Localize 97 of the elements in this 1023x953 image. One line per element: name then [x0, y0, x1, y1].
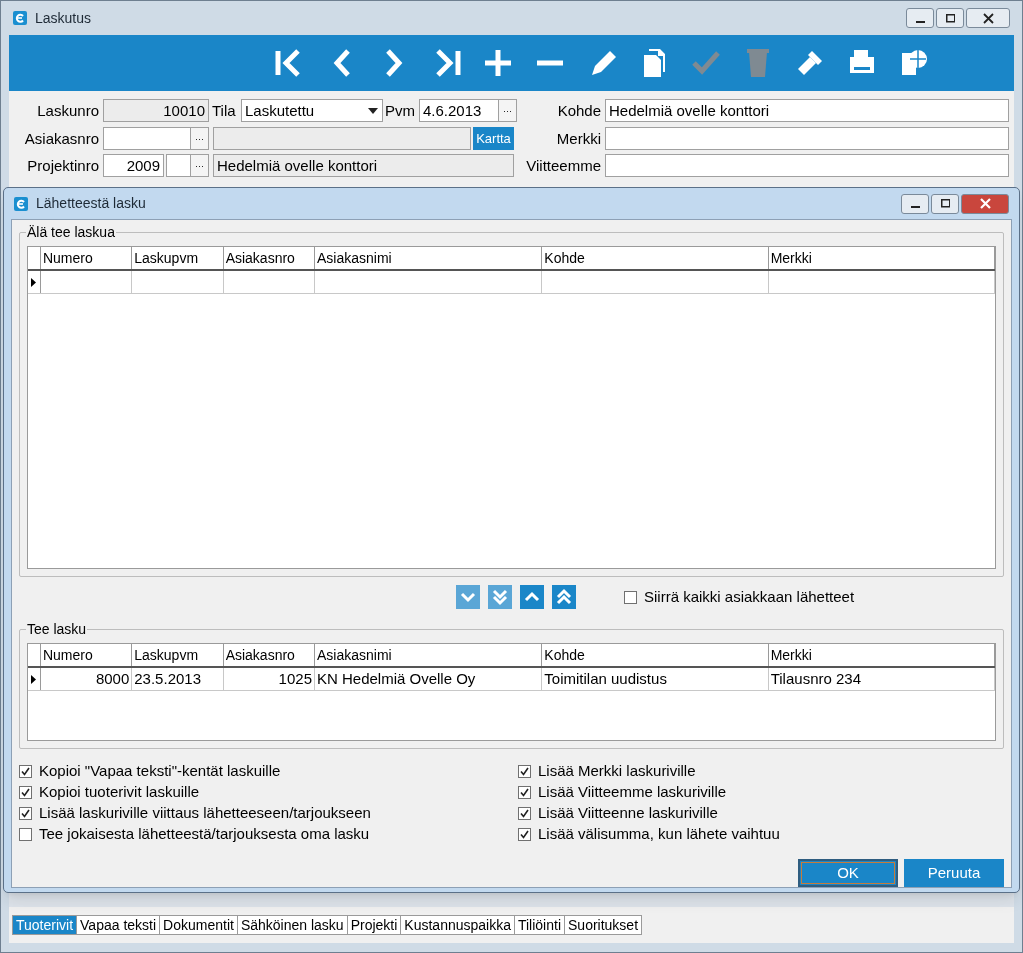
checkmark-icon	[21, 788, 30, 797]
checkbox[interactable]	[19, 786, 32, 799]
maximize-button[interactable]	[936, 8, 964, 28]
table-cell: Toimitilan uudistus	[542, 668, 769, 690]
tab[interactable]: Kustannuspaikka	[400, 915, 515, 935]
checkbox[interactable]	[19, 765, 32, 778]
minimize-button[interactable]	[906, 8, 934, 28]
checkmark-icon	[520, 830, 529, 839]
field-label: Projektinro	[26, 156, 99, 176]
checkbox-label[interactable]: Lisää välisumma, kun lähete vaihtuu	[538, 823, 780, 846]
maximize-button[interactable]	[931, 193, 959, 214]
move-button[interactable]	[520, 585, 544, 609]
table-cell: 8000	[40, 668, 133, 690]
tab[interactable]: Suoritukset	[564, 915, 643, 935]
field-label: Pvm	[385, 101, 416, 121]
field-label: Asiakasnro	[23, 129, 99, 149]
checkbox-label[interactable]: Tee jokaisesta lähetteestä/tarjouksesta oma lasku	[39, 823, 370, 846]
column-header[interactable]: Laskupvm	[132, 247, 224, 269]
input-field[interactable]: Hedelmiä ovelle konttori	[605, 99, 1009, 122]
checkbox-label[interactable]: Siirrä kaikki asiakkaan lähetteet	[644, 585, 855, 609]
checkbox[interactable]	[518, 828, 531, 841]
input-field[interactable]	[605, 127, 1009, 150]
checkbox-label[interactable]: Kopioi tuoterivit laskuille	[39, 781, 200, 804]
tab[interactable]: Tiliöinti	[513, 915, 565, 935]
dialog-title: Lähetteestä lasku	[36, 194, 146, 213]
checkbox-label[interactable]: Lisää Merkki laskuriville	[538, 760, 696, 783]
dialog-button[interactable]: OK	[798, 859, 898, 887]
close-button[interactable]	[966, 8, 1010, 28]
ellipsis-button[interactable]: ···	[190, 154, 209, 177]
field-label: Kohde	[556, 101, 601, 121]
group-title: Älä tee laskua	[26, 224, 116, 240]
column-header[interactable]: Merkki	[768, 644, 995, 666]
checkbox-label[interactable]: Kopioi "Vapaa teksti"-kentät laskuille	[39, 760, 281, 783]
minimize-button[interactable]	[901, 193, 929, 214]
dropdown-arrow-icon	[368, 108, 378, 114]
dialog-button[interactable]: Peruuta	[904, 859, 1004, 887]
checkbox[interactable]	[19, 807, 32, 820]
field-label: Viitteemme	[525, 156, 601, 176]
checkmark-icon	[520, 809, 529, 818]
checkmark-icon	[21, 767, 30, 776]
input-field[interactable]: 10010	[103, 99, 209, 122]
column-header[interactable]: Laskupvm	[132, 644, 224, 666]
column-header[interactable]: Asiakasnro	[223, 644, 315, 666]
close-icon	[979, 198, 991, 209]
maximize-icon	[940, 199, 950, 208]
app-logo-icon	[14, 196, 28, 211]
map-button[interactable]: Kartta	[473, 127, 514, 150]
field-label: Laskunro	[36, 101, 99, 121]
field-label: Tila	[212, 101, 237, 121]
tab[interactable]: Tuoterivit	[12, 915, 78, 935]
checkbox-label[interactable]: Lisää Viitteenne laskuriville	[538, 802, 718, 825]
column-header[interactable]: Merkki	[768, 247, 995, 269]
checkmark-icon	[520, 767, 529, 776]
input-field[interactable]: 2009	[103, 154, 164, 177]
minimize-icon	[910, 206, 920, 208]
checkmark-icon	[520, 788, 529, 797]
tab[interactable]: Dokumentit	[159, 915, 238, 935]
move-button[interactable]	[552, 585, 576, 609]
checkbox[interactable]	[518, 786, 531, 799]
close-icon	[982, 12, 994, 24]
checkbox[interactable]	[624, 590, 637, 604]
checkbox[interactable]	[518, 807, 531, 820]
input-field[interactable]	[166, 154, 191, 177]
table-cell: KN Hedelmiä Ovelle Oy	[315, 668, 543, 690]
window-title: Laskutus	[35, 8, 92, 28]
input-field[interactable]	[605, 154, 1009, 177]
input-field[interactable]	[103, 127, 191, 150]
field-label: Merkki	[555, 129, 601, 149]
ellipsis-button[interactable]: ···	[190, 127, 209, 150]
tab[interactable]: Vapaa teksti	[76, 915, 161, 935]
input-field[interactable]	[213, 127, 471, 150]
table-cell: Tilausnro 234	[768, 668, 995, 690]
table-cell: 23.5.2013	[132, 668, 224, 690]
minimize-icon	[915, 20, 925, 23]
checkbox-label[interactable]: Lisää Viitteemme laskuriville	[538, 781, 727, 804]
column-header[interactable]: Numero	[40, 644, 133, 666]
group-title: Tee lasku	[26, 621, 88, 637]
column-header[interactable]: Kohde	[542, 644, 769, 666]
checkbox-label[interactable]: Lisää laskuriville viittaus lähetteeseen/tarjoukseen	[39, 802, 371, 825]
input-field[interactable]: 4.6.2013	[419, 99, 499, 122]
column-header[interactable]: Asiakasnro	[223, 247, 315, 269]
column-header[interactable]: Asiakasnimi	[315, 247, 543, 269]
checkmark-icon	[21, 809, 30, 818]
app-logo-icon	[13, 11, 27, 25]
ellipsis-button[interactable]: ···	[498, 99, 517, 122]
checkbox[interactable]	[19, 828, 32, 841]
tab[interactable]: Sähköinen lasku	[236, 915, 348, 935]
tab[interactable]: Projekti	[346, 915, 402, 935]
table-cell: 1025	[223, 668, 315, 690]
input-field[interactable]: Hedelmiä ovelle konttori	[213, 154, 514, 177]
column-header[interactable]: Asiakasnimi	[315, 644, 543, 666]
checkbox[interactable]	[518, 765, 531, 778]
current-row-icon	[31, 277, 37, 287]
status-dropdown[interactable]: Laskutettu	[241, 99, 383, 122]
column-header[interactable]: Numero	[40, 247, 133, 269]
column-header[interactable]: Kohde	[542, 247, 769, 269]
maximize-icon	[945, 13, 955, 23]
